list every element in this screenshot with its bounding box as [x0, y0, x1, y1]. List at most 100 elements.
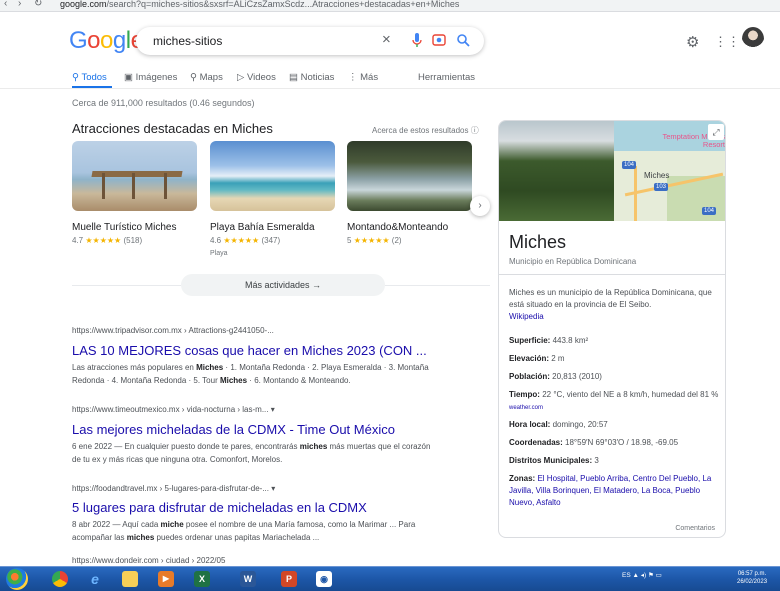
route-shield: 104	[702, 207, 717, 215]
attraction-photo-muelle[interactable]	[72, 141, 197, 211]
search-input[interactable]: miches-sitios	[153, 34, 222, 48]
avatar[interactable]	[742, 27, 764, 51]
divider	[499, 274, 725, 275]
kp-fact: Superficie: 443.8 km²	[509, 336, 589, 345]
pier-post	[102, 173, 105, 199]
route-shield: 103	[654, 183, 669, 191]
map-town-label: Miches	[644, 171, 670, 180]
wikipedia-link[interactable]: Wikipedia	[509, 312, 544, 321]
tab-imagenes[interactable]: ▣ Imágenes	[124, 72, 177, 83]
close-icon[interactable]: ×	[382, 31, 391, 48]
tab-noticias[interactable]: ▤ Noticias	[289, 72, 334, 83]
image-icon: ▣	[124, 72, 133, 83]
play-icon: ▷	[237, 72, 245, 83]
divider	[385, 285, 490, 286]
google-logo[interactable]: Google	[69, 27, 144, 55]
attraction-name[interactable]: Playa Bahía Esmeralda	[210, 222, 315, 233]
internet-explorer-icon[interactable]: e	[87, 571, 103, 587]
more-vert-icon: ⋮	[348, 72, 358, 83]
tab-mas[interactable]: ⋮ Más	[348, 72, 378, 83]
result-url[interactable]: https://foodandtravel.mx › 5-lugares-par…	[72, 484, 275, 493]
word-icon[interactable]: W	[240, 571, 256, 587]
attraction-name[interactable]: Montando&Monteando	[347, 222, 448, 233]
search-box[interactable]: miches-sitios ×	[136, 27, 484, 55]
media-player-icon[interactable]: ▶	[158, 571, 174, 587]
kp-fact: Población: 20,813 (2010)	[509, 372, 602, 381]
system-tray[interactable]: ES ▲ ◂) ⚑ ▭	[622, 571, 662, 579]
star-rating-icon: ★★★★★	[223, 236, 260, 245]
route-shield: 104	[622, 161, 637, 169]
attraction-rating: 5 ★★★★★ (2)	[347, 236, 402, 245]
search-icon: ⚲	[72, 72, 79, 83]
result-snippet: 8 abr 2022 — Aquí cada miche posee el no…	[72, 520, 416, 542]
result-url[interactable]: https://www.tripadvisor.com.mx › Attract…	[72, 326, 274, 335]
kp-fact: Elevación: 2 m	[509, 354, 565, 363]
reload-icon[interactable]: ↻	[34, 0, 42, 9]
map-road	[634, 166, 637, 221]
kp-fact: Coordenadas: 18°59′N 69°03′O / 18.98, -6…	[509, 438, 679, 447]
chrome-icon[interactable]	[52, 571, 68, 587]
kp-fact: Tiempo: 22 °C, viento del NE a 8 km/h, h…	[509, 390, 719, 411]
knowledge-panel: 104 103 104 Temptation Miches Resort Mic…	[498, 120, 726, 538]
tab-maps[interactable]: ⚲ Maps	[190, 72, 223, 83]
address-text[interactable]: google.com/search?q=miches-sitios&sxsrf=…	[60, 0, 660, 9]
result-url[interactable]: https://www.dondeir.com › ciudad › 2022/…	[72, 556, 225, 565]
pier-roof	[91, 171, 183, 177]
attraction-type: Playa	[210, 250, 228, 257]
kp-photo[interactable]	[499, 121, 614, 221]
result-title[interactable]: 5 lugares para disfrutar de micheladas e…	[72, 500, 367, 515]
result-snippet: Las atracciones más populares en Miches …	[72, 363, 429, 385]
tab-videos[interactable]: ▷ Videos	[237, 72, 276, 83]
camera-lens-icon[interactable]	[432, 33, 446, 50]
about-results-link[interactable]: Acerca de estos resultados ⓘ	[372, 125, 479, 136]
kp-fact: Distritos Municipales: 3	[509, 456, 599, 465]
tabs-divider	[0, 88, 780, 89]
language-indicator: ES	[622, 572, 631, 579]
start-orb-icon[interactable]	[6, 568, 28, 590]
excel-icon[interactable]: X	[194, 571, 210, 587]
gear-icon[interactable]: ⚙	[686, 33, 699, 51]
forward-icon[interactable]: ›	[18, 0, 21, 9]
expand-icon[interactable]: ⤢	[708, 124, 724, 140]
powerpoint-icon[interactable]: P	[281, 571, 297, 587]
search-icon[interactable]	[456, 33, 470, 50]
attraction-photo-montando[interactable]	[347, 141, 472, 211]
feedback-link[interactable]: Comentarios	[675, 525, 715, 532]
kp-map[interactable]: 104 103 104 Temptation Miches Resort Mic…	[614, 121, 725, 221]
microphone-icon[interactable]	[412, 32, 422, 51]
result-title[interactable]: Las mejores micheladas de la CDMX - Time…	[72, 422, 395, 437]
attractions-title: Atracciones destacadas en Miches	[72, 121, 273, 136]
pier-post	[132, 173, 135, 199]
divider	[72, 285, 181, 286]
pier-post	[164, 173, 167, 199]
camera-app-icon[interactable]: ◉	[316, 571, 332, 587]
attraction-rating: 4.7 ★★★★★ (518)	[72, 236, 143, 245]
result-url[interactable]: https://www.timeoutmexico.mx › vida-noct…	[72, 405, 275, 414]
carousel-next-button[interactable]: ›	[470, 196, 490, 216]
map-pin-icon: ⚲	[190, 72, 197, 83]
kp-fact: Hora local: domingo, 20:57	[509, 420, 608, 429]
result-snippet: 6 ene 2022 — En cualquier puesto donde t…	[72, 442, 431, 464]
more-activities-button[interactable]: Más actividades →	[181, 274, 385, 296]
chevron-right-icon: ›	[478, 200, 482, 211]
kp-fact: Zonas: El Hospital, Pueblo Arriba, Centr…	[509, 474, 712, 507]
clock[interactable]: 06:57 p.m. 26/02/2023	[737, 570, 767, 586]
tab-todos[interactable]: ⚲ Todos	[72, 72, 107, 83]
attraction-rating: 4.6 ★★★★★ (347)	[210, 236, 281, 245]
file-explorer-icon[interactable]	[122, 571, 138, 587]
attraction-name[interactable]: Muelle Turístico Miches	[72, 222, 176, 233]
browser-url-bar[interactable]: ‹ › ↻ google.com/search?q=miches-sitios&…	[0, 0, 780, 12]
tools-button[interactable]: Herramientas	[418, 72, 475, 83]
kp-title: Miches	[509, 232, 567, 252]
weather-source-link[interactable]: weather.com	[509, 405, 543, 411]
result-title[interactable]: LAS 10 MEJORES cosas que hacer en Miches…	[72, 343, 427, 358]
zones-links[interactable]: El Hospital, Pueblo Arriba, Centro Del P…	[509, 474, 711, 507]
result-stats: Cerca de 911,000 resultados (0.46 segund…	[72, 98, 255, 108]
newspaper-icon: ▤	[289, 72, 298, 83]
attraction-photo-playa[interactable]	[210, 141, 335, 211]
kp-description: Miches es un municipio de la República D…	[509, 288, 712, 321]
star-rating-icon: ★★★★★	[85, 236, 122, 245]
back-icon[interactable]: ‹	[4, 0, 7, 9]
taskbar: e ▶ X W P ◉ ES ▲ ◂) ⚑ ▭ 06:57 p.m. 26/02/…	[0, 566, 780, 591]
star-rating-icon: ★★★★★	[353, 236, 390, 245]
